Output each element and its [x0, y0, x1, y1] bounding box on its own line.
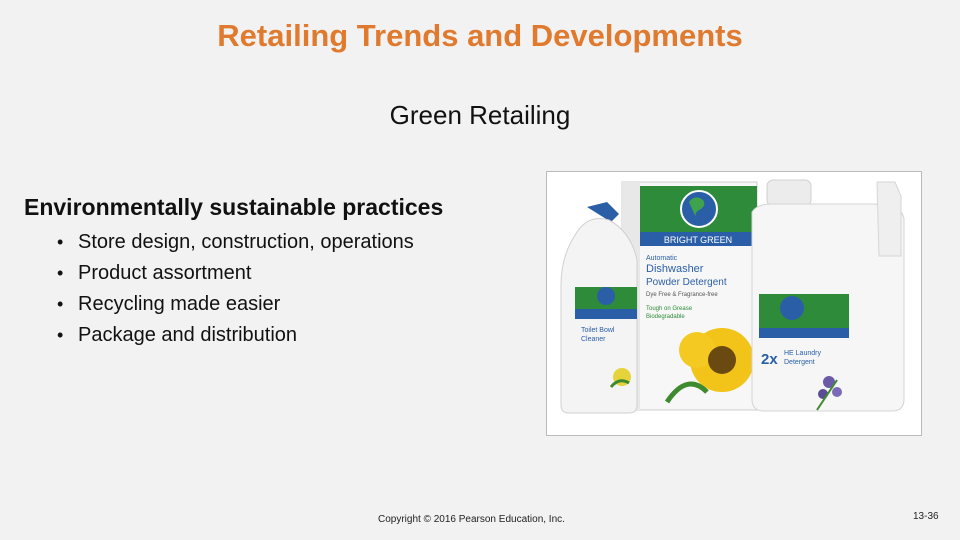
- bullet-item: • Product assortment: [57, 261, 414, 292]
- bullet-text: Product assortment: [78, 262, 252, 284]
- bullet-list: • Store design, construction, operations …: [57, 230, 414, 354]
- box-line-5: Tough on Grease: [646, 306, 693, 312]
- bullet-item: • Store design, construction, operations: [57, 230, 414, 261]
- box-line-3: Powder Detergent: [646, 277, 727, 288]
- slide-title: Retailing Trends and Developments: [217, 18, 743, 53]
- bottle-line-1: Toilet Bowl: [581, 327, 615, 334]
- jug-line-2: HE Laundry: [784, 350, 821, 357]
- bullet-text: Store design, construction, operations: [78, 231, 414, 253]
- slide-number: 13-36: [913, 511, 939, 522]
- bullet-item: • Recycling made easier: [57, 292, 414, 323]
- box-line-1: Automatic: [646, 255, 678, 262]
- jug-line-3: Detergent: [784, 359, 815, 366]
- bullet-text: Package and distribution: [78, 324, 298, 346]
- box-line-6: Biodegradable: [646, 314, 685, 320]
- dishwasher-box: BRIGHT GREEN Automatic Dishwasher Powder…: [621, 181, 758, 411]
- bullet-icon: •: [57, 232, 64, 252]
- bullet-icon: •: [57, 263, 64, 283]
- slide-subtitle: Green Retailing: [389, 100, 571, 130]
- box-line-4: Dye Free & Fragrance-free: [646, 292, 718, 298]
- green-products-illustration: BRIGHT GREEN Automatic Dishwasher Powder…: [547, 172, 921, 435]
- laundry-jug: 2x HE Laundry Detergent: [751, 179, 905, 412]
- bullet-icon: •: [57, 325, 64, 345]
- jug-2x-label: 2x: [761, 351, 778, 368]
- product-photo: BRIGHT GREEN Automatic Dishwasher Powder…: [546, 171, 922, 436]
- box-brand-label: BRIGHT GREEN: [664, 235, 732, 245]
- bullet-icon: •: [57, 294, 64, 314]
- bullet-item: • Package and distribution: [57, 323, 414, 354]
- box-line-2: Dishwasher: [646, 263, 704, 275]
- section-heading: Environmentally sustainable practices: [24, 194, 444, 220]
- bullet-text: Recycling made easier: [78, 293, 281, 315]
- bottle-line-2: Cleaner: [581, 336, 606, 343]
- copyright-notice: Copyright © 2016 Pearson Education, Inc.: [378, 514, 565, 525]
